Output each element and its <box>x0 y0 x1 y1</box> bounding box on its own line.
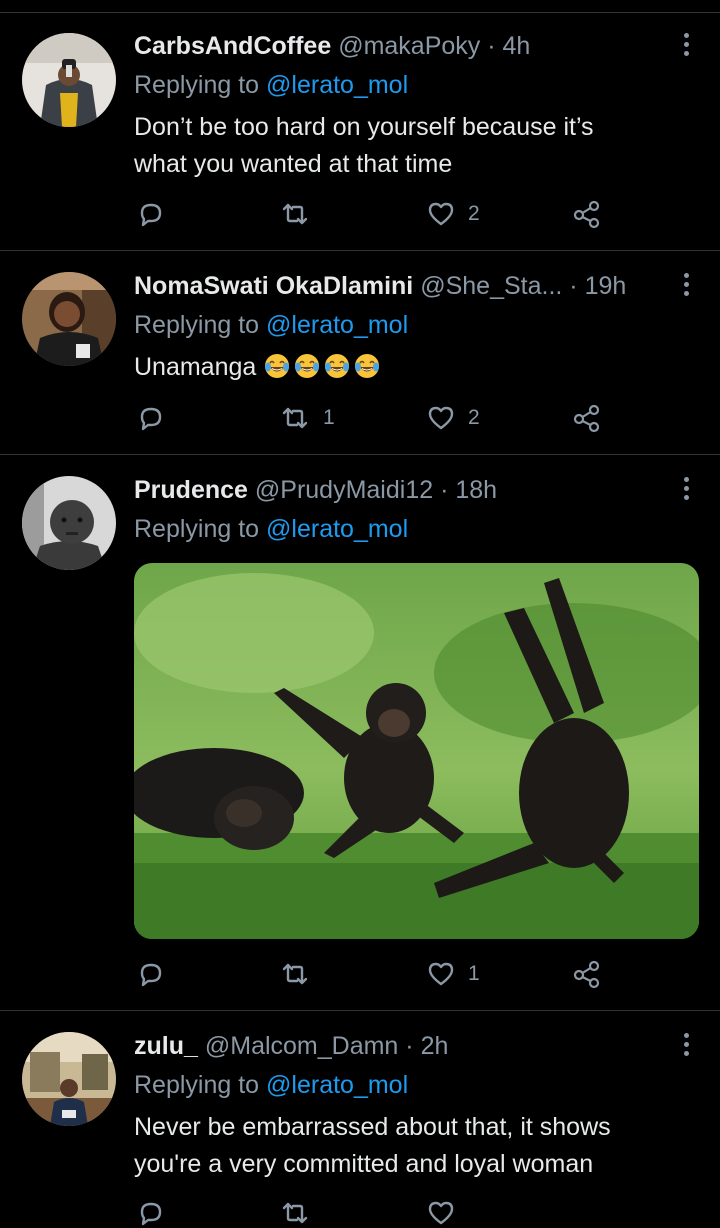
reply-icon <box>140 407 162 431</box>
tweet-text-line: what you wanted at that time <box>134 150 453 178</box>
like-count: 1 <box>468 962 480 985</box>
separator-dot: · <box>440 476 449 504</box>
like-count: 2 <box>468 202 480 225</box>
like-count: 2 <box>468 406 480 429</box>
display-name[interactable]: NomaSwati OkaDlamini <box>134 272 413 300</box>
timestamp[interactable]: 4h <box>503 32 531 60</box>
tweet-actions: 2 <box>134 199 614 229</box>
separator-dot: · <box>569 272 578 300</box>
display-name[interactable]: zulu_ <box>134 1032 198 1060</box>
tweet-2[interactable]: NomaSwati OkaDlamini @She_Sta... · 19h R… <box>0 250 720 454</box>
avatar[interactable] <box>22 33 116 127</box>
mention-link[interactable]: @lerato_mol <box>266 1071 408 1099</box>
timestamp[interactable]: 19h <box>585 272 627 300</box>
replying-to-label: Replying to <box>134 1071 260 1099</box>
tweet-header: CarbsAndCoffee @makaPoky · 4h <box>134 31 530 61</box>
retweet-icon <box>282 407 308 429</box>
tweet-text-line: Don’t be too hard on yourself because it… <box>134 113 594 141</box>
share-button[interactable] <box>572 959 602 989</box>
replying-to-label: Replying to <box>134 71 260 99</box>
face-with-tears-of-joy-icon <box>295 354 320 378</box>
display-name[interactable]: CarbsAndCoffee <box>134 32 331 60</box>
user-handle[interactable]: @makaPoky <box>338 32 480 60</box>
user-handle[interactable]: @She_Sta... <box>420 272 562 300</box>
avatar[interactable] <box>22 272 116 366</box>
like-button[interactable]: 1 <box>426 959 480 989</box>
like-button[interactable]: 2 <box>426 403 480 433</box>
share-button[interactable] <box>572 199 602 229</box>
reply-button[interactable] <box>136 1198 166 1228</box>
more-icon[interactable] <box>676 1033 696 1057</box>
mention-link[interactable]: @lerato_mol <box>266 515 408 543</box>
tweet-actions <box>134 1198 614 1228</box>
tweet-text: Never be embarrassed about that, it show… <box>134 1109 694 1183</box>
more-icon[interactable] <box>676 33 696 57</box>
tweet-header: zulu_ @Malcom_Damn · 2h <box>134 1031 448 1061</box>
user-handle[interactable]: @PrudyMaidi12 <box>255 476 433 504</box>
share-icon <box>573 960 600 989</box>
share-icon <box>573 200 600 229</box>
replying-to: Replying to @lerato_mol <box>134 1070 408 1100</box>
reply-button[interactable] <box>136 199 166 229</box>
tweet-actions: 1 <box>134 959 614 989</box>
separator-dot: · <box>405 1032 414 1060</box>
timestamp[interactable]: 18h <box>455 476 497 504</box>
replying-to-label: Replying to <box>134 311 260 339</box>
mention-link[interactable]: @lerato_mol <box>266 71 408 99</box>
share-icon <box>573 404 600 433</box>
face-with-tears-of-joy-icon <box>325 354 350 378</box>
tweet-text: Unamanga <box>134 349 694 386</box>
avatar[interactable] <box>22 476 116 570</box>
retweet-button[interactable] <box>279 959 311 989</box>
tweet-actions: 1 2 <box>134 403 614 433</box>
face-with-tears-of-joy-icon <box>265 354 290 378</box>
retweet-count: 1 <box>323 406 335 429</box>
tweet-media-image[interactable] <box>134 563 699 939</box>
tweet-1[interactable]: CarbsAndCoffee @makaPoky · 4h Replying t… <box>0 0 720 250</box>
reply-icon <box>140 203 162 227</box>
tweet-text: Don’t be too hard on yourself because it… <box>134 109 694 183</box>
retweet-button[interactable]: 1 <box>279 403 335 433</box>
tweet-text-line: Unamanga <box>134 353 257 381</box>
retweet-button[interactable] <box>279 1198 311 1228</box>
retweet-button[interactable] <box>279 199 311 229</box>
reply-icon <box>140 963 162 987</box>
tweet-header: Prudence @PrudyMaidi12 · 18h <box>134 475 497 505</box>
reply-icon <box>140 1202 162 1226</box>
replying-to: Replying to @lerato_mol <box>134 70 408 100</box>
emoji-row <box>263 353 383 381</box>
timestamp[interactable]: 2h <box>421 1032 449 1060</box>
tweet-text-line: Never be embarrassed about that, it show… <box>134 1113 611 1141</box>
face-with-tears-of-joy-icon <box>355 354 380 378</box>
reply-button[interactable] <box>136 959 166 989</box>
tweet-text-line: you're a very committed and loyal woman <box>134 1150 594 1178</box>
retweet-icon <box>282 963 308 985</box>
retweet-icon <box>282 203 308 225</box>
user-handle[interactable]: @Malcom_Damn <box>205 1032 398 1060</box>
replying-to: Replying to @lerato_mol <box>134 310 408 340</box>
replying-to: Replying to @lerato_mol <box>134 514 408 544</box>
separator-dot: · <box>487 32 496 60</box>
reply-button[interactable] <box>136 403 166 433</box>
retweet-icon <box>282 1202 308 1224</box>
heart-icon <box>428 962 454 986</box>
like-button[interactable] <box>426 1198 456 1228</box>
heart-icon <box>428 202 454 226</box>
display-name[interactable]: Prudence <box>134 476 248 504</box>
like-button[interactable]: 2 <box>426 199 480 229</box>
more-icon[interactable] <box>676 477 696 501</box>
tweet-4[interactable]: zulu_ @Malcom_Damn · 2h Replying to @ler… <box>0 1010 720 1226</box>
heart-icon <box>428 1201 454 1225</box>
share-button[interactable] <box>572 403 602 433</box>
tweet-header: NomaSwati OkaDlamini @She_Sta... · 19h <box>134 271 626 301</box>
mention-link[interactable]: @lerato_mol <box>266 311 408 339</box>
heart-icon <box>428 406 454 430</box>
replying-to-label: Replying to <box>134 515 260 543</box>
more-icon[interactable] <box>676 273 696 297</box>
avatar[interactable] <box>22 1032 116 1126</box>
